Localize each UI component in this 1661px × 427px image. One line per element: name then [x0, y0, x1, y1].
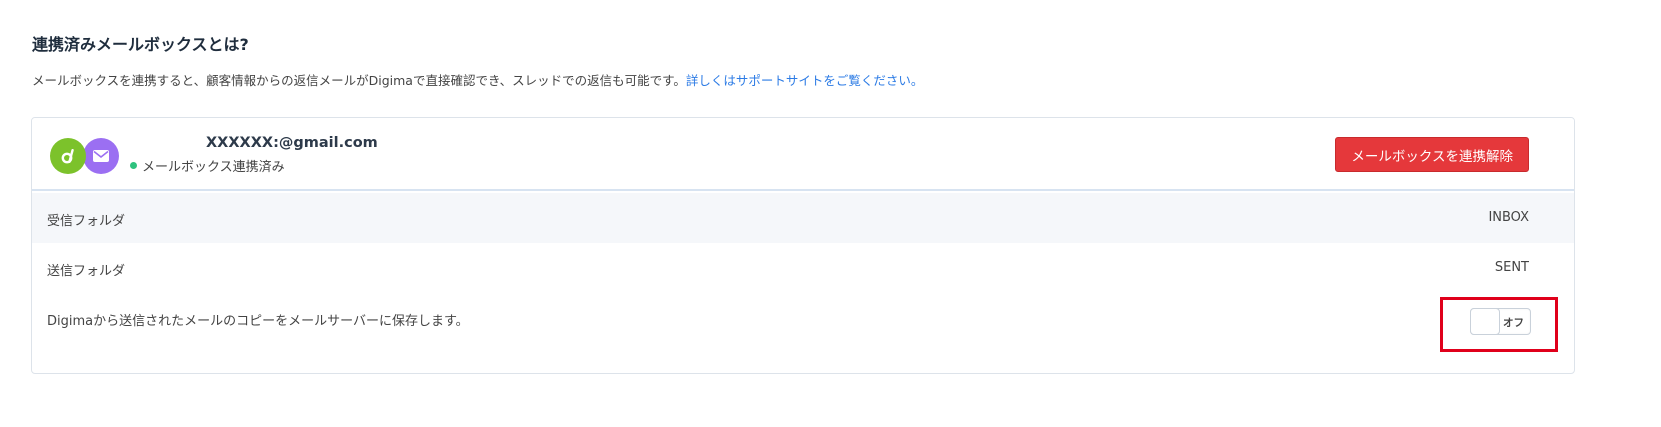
- disconnect-mailbox-button[interactable]: メールボックスを連携解除: [1335, 137, 1529, 172]
- status-dot-icon: [130, 162, 137, 169]
- save-copy-label: Digimaから送信されたメールのコピーをメールサーバーに保存します。: [47, 314, 469, 329]
- mail-icon: [83, 138, 119, 174]
- save-copy-row: Digimaから送信されたメールのコピーをメールサーバーに保存します。 オフ: [32, 293, 1574, 343]
- digima-logo-icon: [50, 138, 86, 174]
- section-title: 連携済みメールボックスとは?: [32, 35, 249, 54]
- connection-status: メールボックス連携済み: [130, 156, 285, 175]
- connected-mailbox-card: XXXXXX:@gmail.com メールボックス連携済み メールボックスを連携…: [31, 117, 1575, 374]
- sent-folder-label: 送信フォルダ: [47, 264, 126, 279]
- sent-folder-row: 送信フォルダ SENT: [32, 243, 1574, 293]
- inbox-folder-value: INBOX: [1488, 210, 1529, 225]
- support-site-link[interactable]: 詳しくはサポートサイトをご覧ください。: [686, 73, 924, 88]
- inbox-folder-label: 受信フォルダ: [47, 214, 126, 229]
- connection-status-text: メールボックス連携済み: [142, 160, 285, 175]
- mailbox-card-header: XXXXXX:@gmail.com メールボックス連携済み メールボックスを連携…: [32, 118, 1574, 191]
- inbox-folder-row: 受信フォルダ INBOX: [32, 193, 1574, 243]
- section-description: メールボックスを連携すると、顧客情報からの返信メールがDigimaで直接確認でき…: [32, 70, 923, 89]
- sent-folder-value: SENT: [1494, 260, 1529, 275]
- mailbox-settings-page: 連携済みメールボックスとは? メールボックスを連携すると、顧客情報からの返信メー…: [0, 0, 1661, 427]
- account-email: XXXXXX:@gmail.com: [206, 135, 378, 151]
- highlight-annotation-box: [1440, 297, 1558, 352]
- description-text: メールボックスを連携すると、顧客情報からの返信メールがDigimaで直接確認でき…: [32, 73, 686, 88]
